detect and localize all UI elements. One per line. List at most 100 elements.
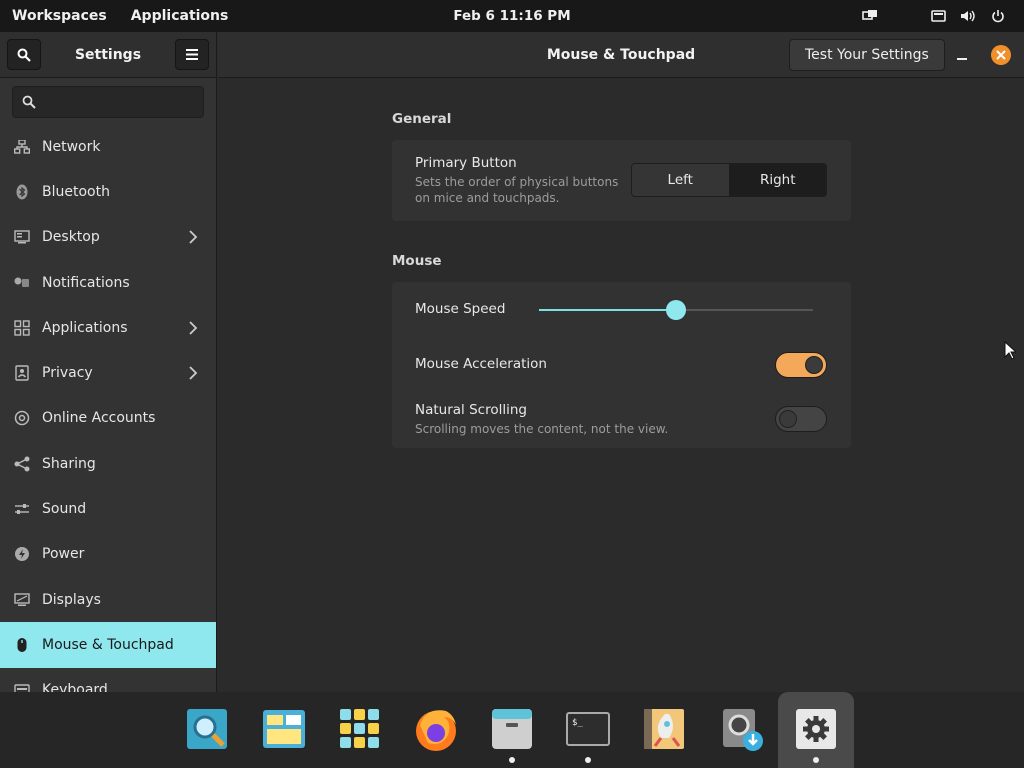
power-icon <box>13 546 30 563</box>
sidebar-item-label: Privacy <box>42 365 93 382</box>
dock-files-manager[interactable] <box>257 702 311 756</box>
sidebar-item-network[interactable]: Network <box>0 124 216 169</box>
dock: $_ <box>0 692 1024 768</box>
natural-scrolling-switch[interactable] <box>775 406 827 432</box>
sidebar-item-applications[interactable]: Applications <box>0 305 216 350</box>
hamburger-icon <box>186 49 198 60</box>
sidebar-item-label: Displays <box>42 591 101 608</box>
mouse-section-title: Mouse <box>392 253 442 269</box>
search-app-icon <box>187 709 227 749</box>
sidebar-search-field[interactable] <box>12 86 204 118</box>
share-icon <box>13 455 30 472</box>
sidebar-item-power[interactable]: Power <box>0 532 216 577</box>
minimize-icon <box>957 58 967 60</box>
sidebar-list: Network Bluetooth Desktop Notifications … <box>0 124 216 692</box>
dock-firefox[interactable] <box>409 702 463 756</box>
settings-window: Settings Network Bluetooth Desktop Notif… <box>0 32 1024 692</box>
mouse-card: Mouse Speed Mouse Acceleration Natural S… <box>392 282 851 448</box>
sidebar-item-bluetooth[interactable]: Bluetooth <box>0 169 216 214</box>
dock-terminal[interactable]: $_ <box>561 702 615 763</box>
minimize-button[interactable] <box>954 45 970 65</box>
privacy-icon <box>13 365 30 382</box>
sidebar-item-displays[interactable]: Displays <box>0 577 216 622</box>
dock-app-grid[interactable] <box>333 702 387 756</box>
running-indicator <box>509 757 515 763</box>
network-status-icon[interactable] <box>862 8 878 24</box>
dock-search-app[interactable] <box>180 702 234 756</box>
power-menu-icon[interactable] <box>990 8 1006 24</box>
svg-text:$_: $_ <box>572 718 583 728</box>
sidebar-item-label: Notifications <box>42 274 130 291</box>
sidebar-item-label: Keyboard <box>42 682 108 692</box>
sidebar-item-label: Applications <box>42 319 128 336</box>
sidebar-item-desktop[interactable]: Desktop <box>0 215 216 260</box>
sidebar-item-label: Desktop <box>42 229 100 246</box>
description-line: on mice and touchpads. <box>415 191 560 205</box>
close-button[interactable] <box>991 45 1011 65</box>
sidebar-item-label: Mouse & Touchpad <box>42 636 174 653</box>
sound-icon <box>13 501 30 518</box>
primary-right-option[interactable]: Right <box>729 164 826 196</box>
file-cabinet-icon <box>492 709 532 749</box>
network-icon <box>13 138 30 155</box>
running-indicator <box>585 757 591 763</box>
chevron-right-icon <box>189 321 198 335</box>
sidebar-item-label: Network <box>42 138 101 155</box>
mouse-acceleration-switch[interactable] <box>775 352 827 378</box>
sidebar-item-label: Power <box>42 546 85 563</box>
app-grid-icon <box>340 709 379 748</box>
test-settings-button[interactable]: Test Your Settings <box>789 39 945 71</box>
applications-menu[interactable]: Applications <box>131 8 229 24</box>
at-icon <box>13 410 30 427</box>
keyboard-layout-icon[interactable] <box>930 8 946 24</box>
launcher-rocket-icon <box>644 709 684 749</box>
mouse-pointer-icon <box>1004 341 1016 360</box>
desktop-icon <box>13 229 30 246</box>
sidebar-header: Settings <box>0 32 216 78</box>
search-toggle-button[interactable] <box>7 39 41 70</box>
general-card: Primary Button Sets the order of physica… <box>392 140 851 221</box>
chevron-right-icon <box>189 366 198 380</box>
mouse-speed-label: Mouse Speed <box>415 301 506 317</box>
main-panel: Mouse & Touchpad Test Your Settings Gene… <box>218 32 1024 692</box>
sidebar-item-label: Sound <box>42 501 87 518</box>
mouse-acceleration-label: Mouse Acceleration <box>415 356 547 372</box>
sidebar-item-privacy[interactable]: Privacy <box>0 350 216 395</box>
sidebar-item-online-accounts[interactable]: Online Accounts <box>0 396 216 441</box>
dock-settings[interactable] <box>789 702 843 763</box>
description-line: Sets the order of physical buttons <box>415 175 619 189</box>
mouse-icon <box>13 636 30 653</box>
search-icon <box>22 95 36 109</box>
dock-launcher-rocket[interactable] <box>637 702 691 756</box>
sidebar-item-label: Bluetooth <box>42 183 110 200</box>
sidebar-item-label: Online Accounts <box>42 410 156 427</box>
backup-download-icon <box>723 709 763 751</box>
primary-button-label: Primary Button <box>415 155 517 171</box>
sidebar: Settings Network Bluetooth Desktop Notif… <box>0 32 217 692</box>
dock-file-cabinet[interactable] <box>485 702 539 763</box>
slider-fill <box>539 309 676 311</box>
primary-button-description: Sets the order of physical buttons on mi… <box>415 174 618 206</box>
natural-scrolling-description: Scrolling moves the content, not the vie… <box>415 422 669 436</box>
primary-left-option[interactable]: Left <box>632 164 730 196</box>
sidebar-item-keyboard[interactable]: Keyboard <box>0 668 216 692</box>
header-bar: Mouse & Touchpad Test Your Settings <box>218 32 1024 78</box>
sidebar-item-notifications[interactable]: Notifications <box>0 260 216 305</box>
sidebar-search-input[interactable] <box>44 94 194 110</box>
sidebar-item-sound[interactable]: Sound <box>0 486 216 531</box>
applications-icon <box>13 319 30 336</box>
volume-icon[interactable] <box>960 8 976 24</box>
terminal-icon: $_ <box>566 712 610 746</box>
sidebar-item-sharing[interactable]: Sharing <box>0 441 216 486</box>
workspaces-menu[interactable]: Workspaces <box>12 8 107 24</box>
menu-button[interactable] <box>175 39 209 70</box>
keyboard-icon <box>13 682 30 692</box>
slider-handle[interactable] <box>666 300 686 320</box>
switch-knob <box>779 410 797 428</box>
mouse-speed-slider[interactable] <box>539 300 813 320</box>
sidebar-item-label: Sharing <box>42 455 96 472</box>
bluetooth-icon <box>13 183 30 200</box>
dock-backup[interactable] <box>714 702 768 756</box>
natural-scrolling-label: Natural Scrolling <box>415 402 527 418</box>
sidebar-item-mouse-touchpad[interactable]: Mouse & Touchpad <box>0 622 216 668</box>
